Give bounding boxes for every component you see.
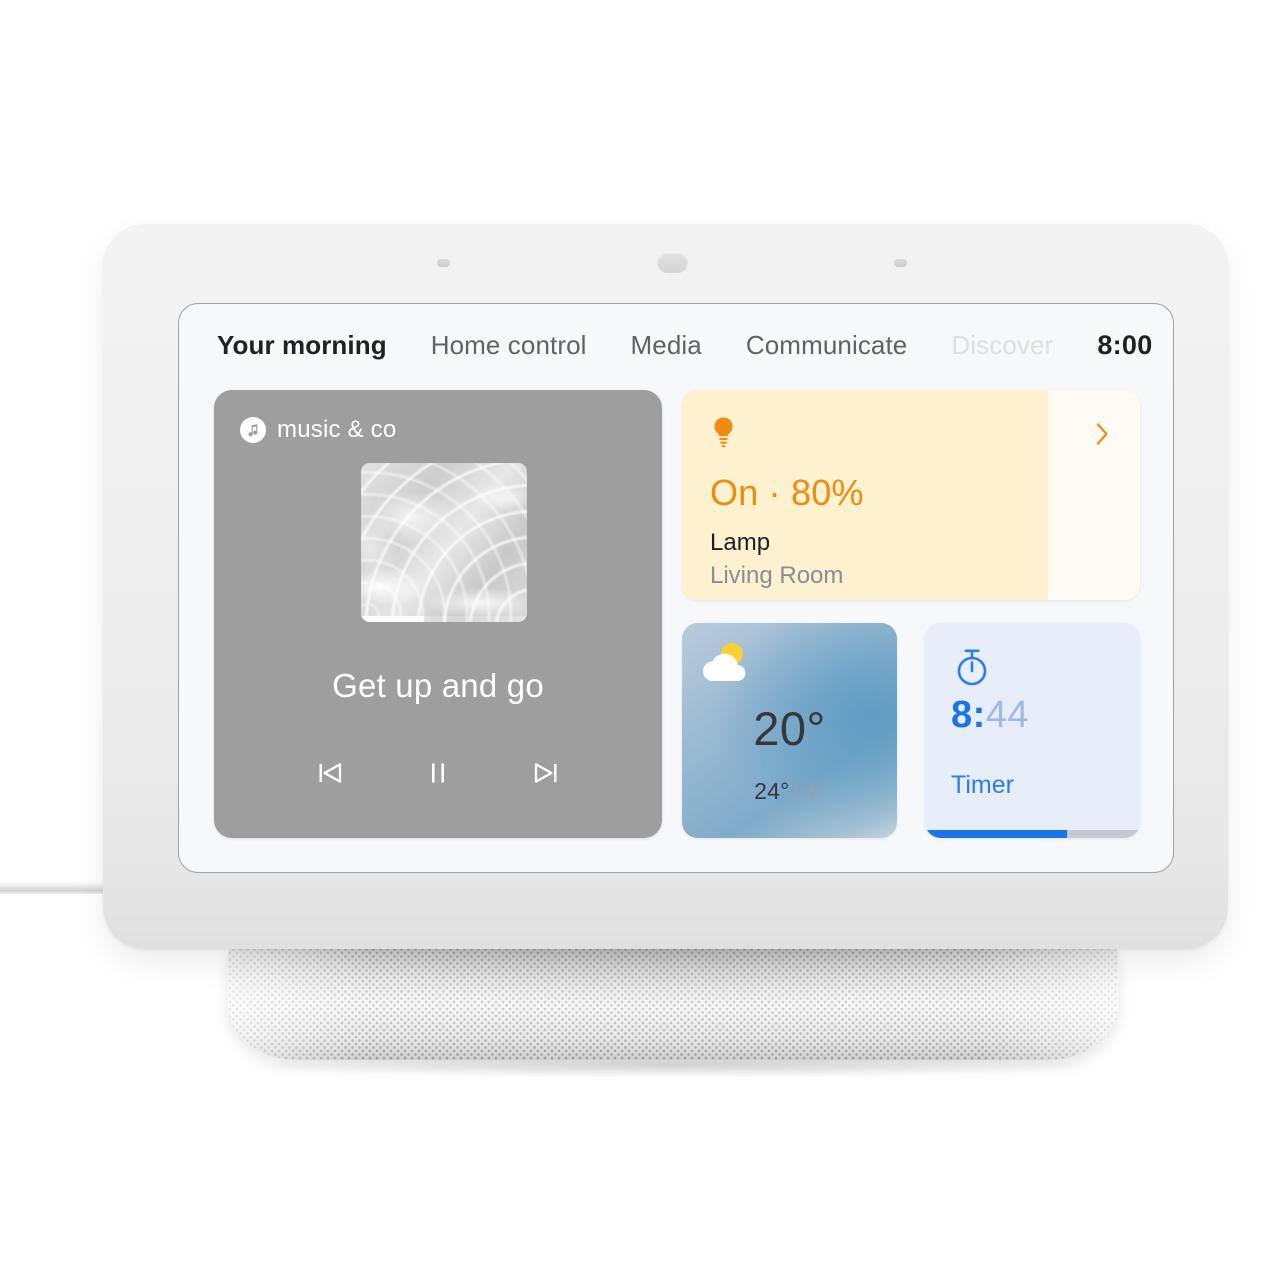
album-artwork	[361, 463, 527, 622]
tab-your-morning[interactable]: Your morning	[217, 330, 387, 361]
ambient-light-sensor-left-icon	[437, 259, 450, 267]
lamp-state-label: On · 80%	[710, 472, 864, 513]
album-artwork-image	[361, 463, 527, 622]
display-screen: Your morning Home control Media Communic…	[178, 303, 1174, 873]
tab-discover[interactable]: Discover	[951, 330, 1053, 361]
card-grid: music & co Get up and go On · 80% Lamp L…	[214, 390, 1140, 838]
media-source-header: music & co	[240, 416, 396, 444]
weather-high-temp: 24°	[754, 778, 790, 804]
screenshot-stage: Your morning Home control Media Communic…	[0, 0, 1280, 1280]
timer-readout: 8:44	[951, 694, 1029, 737]
pause-icon[interactable]	[415, 750, 461, 796]
lamp-control-card[interactable]: On · 80% Lamp Living Room	[682, 390, 1140, 600]
top-tab-bar: Your morning Home control Media Communic…	[179, 304, 1173, 386]
chevron-right-icon[interactable]	[1092, 420, 1112, 453]
media-transport-controls	[214, 750, 662, 796]
weather-low-temp: 18°	[789, 778, 825, 804]
tab-home-control[interactable]: Home control	[431, 330, 587, 361]
lamp-device-name: Lamp	[710, 529, 771, 556]
timer-progress-bar	[925, 830, 1140, 838]
media-progress-bar[interactable]	[361, 616, 527, 622]
stopwatch-icon	[951, 645, 993, 694]
proximity-sensor-icon	[657, 252, 688, 273]
timer-card[interactable]: 8:44 Timer	[925, 623, 1140, 838]
status-clock: 8:00	[1097, 329, 1153, 360]
weather-high-low: 24°18°	[682, 778, 897, 805]
music-note-icon	[240, 417, 266, 443]
tab-communicate[interactable]: Communicate	[746, 330, 908, 361]
ambient-light-sensor-right-icon	[894, 259, 907, 267]
timer-label: Timer	[951, 771, 1014, 799]
track-title: Get up and go	[332, 667, 544, 704]
light-bulb-icon	[710, 417, 737, 452]
weather-current-temp: 20°	[753, 702, 826, 755]
weather-card[interactable]: 20° 24°18°	[682, 623, 897, 838]
next-track-icon[interactable]	[523, 750, 569, 796]
media-player-card[interactable]: music & co Get up and go	[214, 390, 662, 838]
partly-cloudy-icon	[699, 640, 755, 689]
timer-remaining: 44	[985, 694, 1030, 736]
previous-track-icon[interactable]	[307, 750, 353, 796]
lamp-room-name: Living Room	[710, 562, 844, 589]
speaker-base-fabric	[228, 944, 1118, 1060]
tab-media[interactable]: Media	[631, 330, 702, 361]
lamp-card-content: On · 80% Lamp Living Room	[710, 416, 1112, 589]
media-source-label: music & co	[277, 416, 397, 443]
timer-elapsed: 8:	[951, 694, 986, 736]
